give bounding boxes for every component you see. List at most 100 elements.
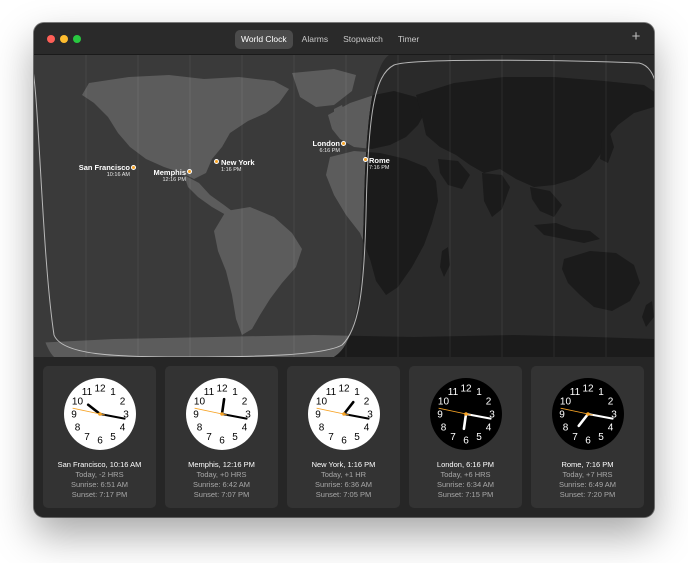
clock-numeral: 5 [354,432,360,443]
clock-card-sunset: Sunset: 7:20 PM [559,490,616,499]
city-time: 7:16 PM [369,164,390,171]
clock-numeral: 8 [319,423,325,434]
city-marker[interactable] [214,159,219,164]
clock-card-title: Memphis, 12:16 PM [188,460,255,469]
clock-card-sunrise: Sunrise: 6:34 AM [436,480,495,489]
clock-center-dot [220,412,224,416]
clock-numeral: 8 [563,423,569,434]
city-time: 12:16 PM [162,176,186,183]
clock-numeral: 9 [71,410,77,421]
clock-card[interactable]: 1 2 3 4 5 6 7 8 9 10 11 12 Memphis, 12:16 PM Today,… [165,366,278,508]
map-city-label: Rome 7:16 PM [369,157,409,171]
clock-numeral: 9 [193,410,199,421]
clock-center-dot [586,412,590,416]
clock-card-sunrise: Sunrise: 6:36 AM [314,480,373,489]
clock-numeral: 10 [72,397,84,408]
city-marker[interactable] [341,141,346,146]
map-city-label: Memphis 12:16 PM [144,169,186,183]
city-name: London [312,139,341,148]
clock-numeral: 4 [242,423,248,434]
clock-numeral: 12 [338,384,350,395]
clock-card-sunset: Sunset: 7:05 PM [315,490,372,499]
city-time: 10:16 AM [106,171,130,178]
clock-card-offset: Today, -2 HRS [75,470,124,479]
title-bar: World Clock Alarms Stopwatch Timer + [34,23,654,55]
map-city-label: New York 1:16 PM [221,159,271,173]
tab-alarms[interactable]: Alarms [296,30,334,49]
clock-numeral: 1 [476,387,482,398]
add-city-button[interactable]: + [629,29,643,45]
clock-numeral: 9 [559,410,565,421]
clock-numeral: 8 [197,423,203,434]
world-map-graphic [34,55,654,357]
clock-numeral: 11 [82,387,93,398]
clock-card-offset: Today, +6 HRS [440,470,491,479]
clock-numeral: 2 [486,397,492,408]
analog-clock: 1234567891011 12 [552,378,624,450]
clock-numeral: 2 [242,397,248,408]
analog-clock: 1234567891011 12 [186,378,258,450]
clock-numeral: 11 [326,387,337,398]
analog-clock: 1234567891011 12 [430,378,502,450]
clock-app-window: World Clock Alarms Stopwatch Timer + San… [34,23,654,517]
clock-numeral: 9 [315,410,321,421]
world-map: San Francisco 10:16 AM Memphis 12:16 PM … [34,55,654,357]
clock-numeral: 7 [572,432,578,443]
clock-card[interactable]: 1 2 3 4 5 6 7 8 9 10 11 12 London, 6:16 PM Today, +… [409,366,522,508]
tab-world-clock[interactable]: World Clock [235,29,293,49]
clock-numeral: 4 [364,423,370,434]
clock-numeral: 2 [364,397,370,408]
city-marker[interactable] [363,157,368,162]
clock-card-title: Rome, 7:16 PM [561,460,614,469]
tab-stopwatch[interactable]: Stopwatch [337,30,389,49]
clock-numeral: 10 [194,397,206,408]
clock-card[interactable]: 1 2 3 4 5 6 7 8 9 10 11 12 New York, 1:16 PM Today,… [287,366,400,508]
minimize-window-button[interactable] [60,35,68,43]
clock-card-title: New York, 1:16 PM [311,460,376,469]
clock-card-sunset: Sunset: 7:17 PM [71,490,128,499]
clock-center-dot [464,412,468,416]
clock-numeral: 7 [206,432,212,443]
map-city-label: London 6:16 PM [304,139,341,154]
clock-numeral: 7 [450,432,456,443]
clock-numeral: 6 [585,436,591,447]
clock-numeral: 1 [354,387,360,398]
clock-numeral: 4 [608,423,614,434]
clock-numeral: 1 [110,387,116,398]
clock-cards: 1 2 3 4 5 6 7 8 9 10 11 12 San Francisco, 10:16 AM … [34,357,654,517]
clock-card-sunrise: Sunrise: 6:42 AM [192,480,251,489]
clock-numeral: 6 [219,436,225,447]
close-window-button[interactable] [47,35,55,43]
city-name: Rome [369,156,390,165]
city-marker[interactable] [131,165,136,170]
city-name: Memphis [153,168,186,177]
clock-numeral: 5 [232,432,238,443]
clock-numeral: 8 [75,423,81,434]
clock-card[interactable]: 1 2 3 4 5 6 7 8 9 10 11 12 Rome, 7:16 PM Today, +7 … [531,366,644,508]
clock-numeral: 8 [441,423,447,434]
clock-numeral: 12 [94,384,106,395]
clock-numeral: 4 [486,423,492,434]
analog-clock: 1234567891011 12 [64,378,136,450]
clock-numeral: 5 [476,432,482,443]
clock-numeral: 1 [598,387,604,398]
clock-card[interactable]: 1 2 3 4 5 6 7 8 9 10 11 12 San Francisco, 10:16 AM … [43,366,156,508]
clock-card-sunrise: Sunrise: 6:49 AM [558,480,617,489]
clock-numeral: 11 [204,387,215,398]
clock-numeral: 4 [120,423,126,434]
clock-numeral: 10 [316,397,328,408]
analog-clock: 1234567891011 12 [308,378,380,450]
clock-card-sunrise: Sunrise: 6:51 AM [70,480,129,489]
zoom-window-button[interactable] [73,35,81,43]
clock-card-sunset: Sunset: 7:07 PM [193,490,250,499]
tab-timer[interactable]: Timer [392,30,425,49]
city-marker[interactable] [187,169,192,174]
clock-card-offset: Today, +0 HRS [196,470,247,479]
clock-numeral: 10 [560,397,572,408]
clock-numeral: 1 [232,387,238,398]
clock-numeral: 12 [460,384,472,395]
clock-numeral: 2 [608,397,614,408]
clock-card-title: London, 6:16 PM [436,460,495,469]
clock-numeral: 12 [582,384,594,395]
clock-numeral: 6 [463,436,469,447]
